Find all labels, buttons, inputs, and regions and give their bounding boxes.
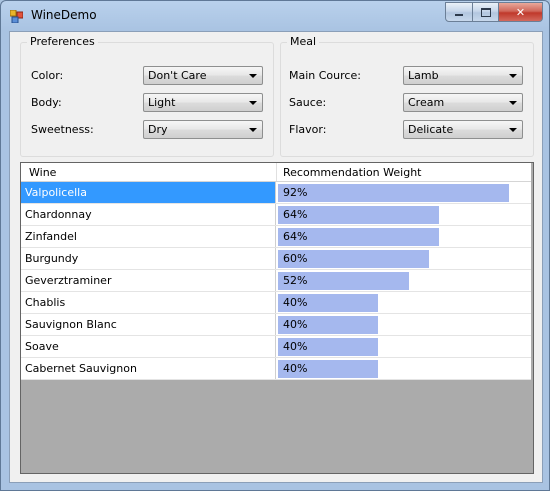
flavor-dropdown-value: Delicate bbox=[408, 123, 454, 136]
wine-name: Soave bbox=[25, 340, 59, 353]
sweetness-dropdown-value: Dry bbox=[148, 123, 168, 136]
color-dropdown[interactable]: Don't Care bbox=[143, 66, 263, 85]
app-window: WineDemo ✕ Preferences Color: Don't Care… bbox=[0, 0, 550, 491]
wine-name: Geverztraminer bbox=[25, 274, 112, 287]
table-row[interactable]: Chardonnay 64% bbox=[21, 204, 531, 226]
table-row[interactable]: Sauvignon Blanc 40% bbox=[21, 314, 531, 336]
wine-name: Burgundy bbox=[25, 252, 79, 265]
body-label: Body: bbox=[31, 96, 62, 109]
main-course-dropdown-value: Lamb bbox=[408, 69, 439, 82]
sweetness-label: Sweetness: bbox=[31, 123, 94, 136]
weight-cell[interactable]: 60% bbox=[276, 248, 531, 269]
chevron-down-icon bbox=[509, 101, 517, 105]
wine-cell[interactable]: Sauvignon Blanc bbox=[21, 314, 276, 335]
weight-value: 60% bbox=[283, 252, 308, 265]
close-button[interactable]: ✕ bbox=[499, 2, 543, 22]
weight-value: 92% bbox=[283, 186, 308, 199]
wine-name: Chardonnay bbox=[25, 208, 92, 221]
meal-group: Meal Main Cource: Lamb Sauce: Cream Flav… bbox=[280, 35, 534, 157]
weight-cell[interactable]: 64% bbox=[276, 204, 531, 225]
grid-header: Wine Recommendation Weight bbox=[21, 163, 531, 182]
color-label: Color: bbox=[31, 69, 64, 82]
weight-bar bbox=[278, 184, 509, 202]
chevron-down-icon bbox=[249, 74, 257, 78]
meal-group-title: Meal bbox=[287, 35, 320, 48]
main-course-dropdown[interactable]: Lamb bbox=[403, 66, 523, 85]
table-row[interactable]: Geverztraminer 52% bbox=[21, 270, 531, 292]
table-row[interactable]: Burgundy 60% bbox=[21, 248, 531, 270]
wine-cell[interactable]: Valpolicella bbox=[21, 182, 276, 203]
body-dropdown-value: Light bbox=[148, 96, 176, 109]
minimize-button[interactable] bbox=[445, 2, 473, 22]
wine-grid[interactable]: Wine Recommendation Weight Valpolicella 9… bbox=[20, 162, 534, 474]
wine-cell[interactable]: Cabernet Sauvignon bbox=[21, 358, 276, 379]
minimize-icon bbox=[455, 14, 463, 16]
window-title: WineDemo bbox=[31, 8, 97, 22]
chevron-down-icon bbox=[249, 101, 257, 105]
weight-value: 52% bbox=[283, 274, 308, 287]
close-icon: ✕ bbox=[515, 5, 526, 19]
table-row[interactable]: Soave 40% bbox=[21, 336, 531, 358]
wine-name: Valpolicella bbox=[25, 186, 87, 199]
wine-name: Zinfandel bbox=[25, 230, 77, 243]
chevron-down-icon bbox=[509, 128, 517, 132]
wine-cell[interactable]: Chablis bbox=[21, 292, 276, 313]
weight-value: 40% bbox=[283, 362, 308, 375]
grid-rows: Valpolicella 92% Chardonnay 64% Zinfandel 64%… bbox=[21, 182, 531, 380]
weight-cell[interactable]: 52% bbox=[276, 270, 531, 291]
preferences-group: Preferences Color: Don't Care Body: Ligh… bbox=[20, 35, 274, 157]
wine-cell[interactable]: Soave bbox=[21, 336, 276, 357]
main-course-label: Main Cource: bbox=[289, 69, 361, 82]
weight-value: 40% bbox=[283, 340, 308, 353]
body-dropdown[interactable]: Light bbox=[143, 93, 263, 112]
table-row[interactable]: Valpolicella 92% bbox=[21, 182, 531, 204]
weight-cell[interactable]: 40% bbox=[276, 358, 531, 379]
weight-value: 40% bbox=[283, 296, 308, 309]
wine-name: Sauvignon Blanc bbox=[25, 318, 117, 331]
sauce-dropdown-value: Cream bbox=[408, 96, 445, 109]
weight-value: 40% bbox=[283, 318, 308, 331]
weight-value: 64% bbox=[283, 208, 308, 221]
weight-cell[interactable]: 64% bbox=[276, 226, 531, 247]
caption-buttons: ✕ bbox=[445, 2, 543, 22]
maximize-button[interactable] bbox=[473, 2, 499, 22]
wine-cell[interactable]: Geverztraminer bbox=[21, 270, 276, 291]
sauce-dropdown[interactable]: Cream bbox=[403, 93, 523, 112]
table-row[interactable]: Zinfandel 64% bbox=[21, 226, 531, 248]
weight-value: 64% bbox=[283, 230, 308, 243]
weight-cell[interactable]: 40% bbox=[276, 336, 531, 357]
weight-cell[interactable]: 40% bbox=[276, 292, 531, 313]
column-header-weight[interactable]: Recommendation Weight bbox=[283, 166, 421, 179]
wine-name: Cabernet Sauvignon bbox=[25, 362, 137, 375]
maximize-icon bbox=[480, 7, 491, 17]
flavor-dropdown[interactable]: Delicate bbox=[403, 120, 523, 139]
column-divider bbox=[276, 163, 277, 181]
client-area: Preferences Color: Don't Care Body: Ligh… bbox=[9, 31, 543, 483]
color-dropdown-value: Don't Care bbox=[148, 69, 207, 82]
wine-cell[interactable]: Chardonnay bbox=[21, 204, 276, 225]
chevron-down-icon bbox=[249, 128, 257, 132]
flavor-label: Flavor: bbox=[289, 123, 327, 136]
wine-cell[interactable]: Zinfandel bbox=[21, 226, 276, 247]
table-row[interactable]: Cabernet Sauvignon 40% bbox=[21, 358, 531, 380]
weight-cell[interactable]: 40% bbox=[276, 314, 531, 335]
app-icon bbox=[10, 10, 23, 23]
column-header-wine[interactable]: Wine bbox=[29, 166, 56, 179]
preferences-group-title: Preferences bbox=[27, 35, 98, 48]
sweetness-dropdown[interactable]: Dry bbox=[143, 120, 263, 139]
title-bar[interactable]: WineDemo ✕ bbox=[1, 1, 549, 31]
wine-name: Chablis bbox=[25, 296, 66, 309]
chevron-down-icon bbox=[509, 74, 517, 78]
wine-cell[interactable]: Burgundy bbox=[21, 248, 276, 269]
table-row[interactable]: Chablis 40% bbox=[21, 292, 531, 314]
sauce-label: Sauce: bbox=[289, 96, 327, 109]
weight-cell[interactable]: 92% bbox=[276, 182, 531, 203]
